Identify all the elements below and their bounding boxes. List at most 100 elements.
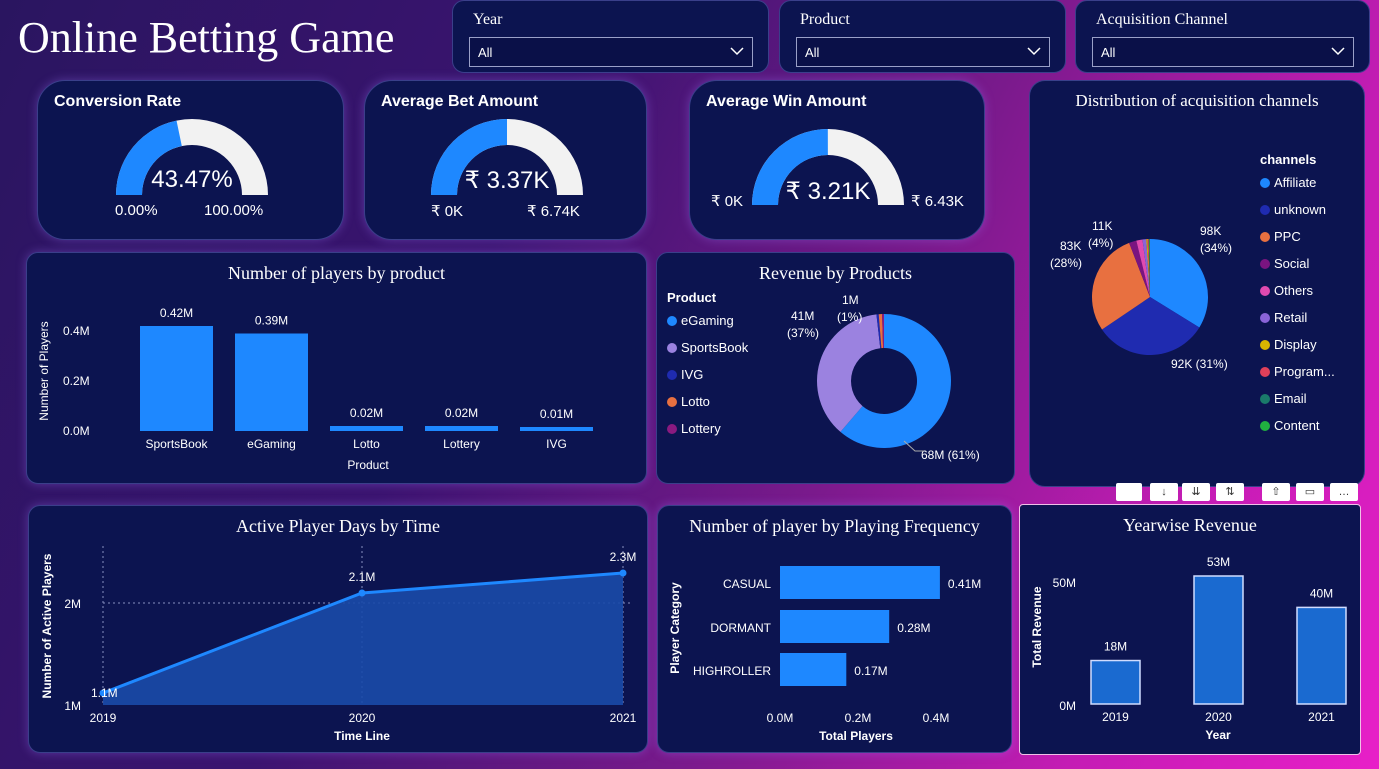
frequency-bar-chart: CASUAL 0.41M DORMANT 0.28M HIGHROLLER 0.17M 0.… bbox=[668, 566, 981, 743]
gauge-max: 100.00% bbox=[204, 202, 264, 219]
legend-swatch bbox=[1260, 366, 1270, 377]
y-axis-label: Total Revenue bbox=[1030, 586, 1044, 667]
legend-label: Lotto bbox=[681, 394, 710, 409]
data-label: 11K bbox=[1092, 219, 1112, 233]
legend-item-affiliate[interactable]: Affiliate bbox=[1260, 175, 1316, 190]
drill-down-icon[interactable]: ↓ bbox=[1150, 483, 1178, 501]
expand-hierarchy-icon[interactable]: ⇅ bbox=[1216, 483, 1244, 501]
conversion-rate-card[interactable]: Conversion Rate 43.47% 0.00% 100.00% bbox=[37, 80, 344, 240]
x-axis-label: Product bbox=[347, 458, 389, 472]
y-axis-label: Player Category bbox=[668, 582, 682, 674]
players-by-product-card[interactable]: Number of players by product Number of P… bbox=[26, 252, 647, 484]
kpi-value: ₹ 3.37K bbox=[464, 167, 550, 194]
kpi-title: Conversion Rate bbox=[54, 93, 182, 110]
avg-bet-card[interactable]: Average Bet Amount ₹ 3.37K ₹ 0K ₹ 6.74K bbox=[364, 80, 647, 240]
legend-item-program[interactable]: Program... bbox=[1260, 364, 1335, 379]
x-tick-label: 2021 bbox=[610, 711, 637, 725]
filter-icon[interactable] bbox=[1116, 483, 1142, 501]
legend-item-display[interactable]: Display bbox=[1260, 337, 1317, 352]
legend-item-email[interactable]: Email bbox=[1260, 391, 1307, 406]
data-label: 40M bbox=[1310, 586, 1333, 600]
year-slicer[interactable]: Year All bbox=[452, 0, 769, 73]
yearwise-bar-chart: 50M 0M 18M 2019 53M 2020 40M 2021 Year Total Reve… bbox=[1030, 555, 1347, 742]
more-options-icon[interactable]: … bbox=[1330, 483, 1358, 501]
playing-frequency-card[interactable]: Number of player by Playing Frequency CA… bbox=[657, 505, 1012, 753]
data-label: 0.28M bbox=[897, 621, 930, 635]
legend-item-others[interactable]: Others bbox=[1260, 283, 1313, 298]
data-label: 98K bbox=[1200, 224, 1221, 238]
year-dropdown-value: All bbox=[478, 45, 493, 60]
data-label: 18M bbox=[1104, 640, 1127, 654]
bar-2019 bbox=[1090, 659, 1141, 705]
legend-item-retail[interactable]: Retail bbox=[1260, 310, 1307, 325]
gauge-min: 0.00% bbox=[115, 202, 158, 219]
data-label: 83K bbox=[1060, 239, 1081, 253]
legend-swatch bbox=[1260, 420, 1270, 431]
yearwise-revenue-card[interactable]: Yearwise Revenue 50M 0M 18M 2019 53M 2020 40M 2… bbox=[1019, 504, 1361, 755]
legend-label: Email bbox=[1274, 391, 1307, 406]
bar-casual bbox=[780, 566, 940, 599]
x-tick-label: 0.0M bbox=[767, 711, 794, 725]
data-label: 53M bbox=[1207, 555, 1230, 569]
legend-item-content[interactable]: Content bbox=[1260, 418, 1320, 433]
legend-item-unknown[interactable]: unknown bbox=[1260, 202, 1326, 217]
acquisition-slicer-label: Acquisition Channel bbox=[1096, 11, 1228, 28]
product-slicer[interactable]: Product All bbox=[779, 0, 1066, 73]
data-label: 0.01M bbox=[540, 407, 573, 421]
pin-icon[interactable]: ⇧ bbox=[1262, 483, 1290, 501]
year-slicer-label: Year bbox=[473, 11, 503, 28]
legend-item-social[interactable]: Social bbox=[1260, 256, 1309, 271]
data-label: 1M bbox=[842, 293, 859, 307]
bar-dormant bbox=[780, 610, 890, 643]
y-tick-label: DORMANT bbox=[710, 621, 771, 635]
legend-swatch bbox=[1260, 231, 1270, 242]
year-dropdown[interactable]: All bbox=[469, 37, 753, 67]
data-label: 0.02M bbox=[350, 406, 383, 420]
data-label: 1.1M bbox=[91, 686, 118, 700]
data-label: (34%) bbox=[1200, 241, 1232, 255]
acquisition-slicer[interactable]: Acquisition Channel All bbox=[1075, 0, 1370, 73]
gauge-max: ₹ 6.43K bbox=[911, 193, 964, 210]
product-dropdown[interactable]: All bbox=[796, 37, 1050, 67]
bar-ivg bbox=[520, 427, 593, 431]
avg-win-card[interactable]: Average Win Amount ₹ 3.21K ₹ 0K ₹ 6.43K bbox=[689, 80, 985, 240]
legend-item-ppc[interactable]: PPC bbox=[1260, 229, 1301, 244]
focus-mode-icon[interactable]: ▭ bbox=[1296, 483, 1324, 501]
legend-swatch bbox=[1260, 258, 1270, 269]
x-axis-label: Time Line bbox=[334, 729, 390, 743]
acquisition-channels-card[interactable]: Distribution of acquisition channels 98K… bbox=[1029, 80, 1365, 487]
data-point bbox=[619, 569, 627, 577]
x-tick-label: Lotto bbox=[353, 437, 380, 451]
revenue-by-products-card[interactable]: Revenue by Products 68M (61%) 41M (37%) 1M(… bbox=[656, 252, 1015, 484]
legend-label: Program... bbox=[1274, 364, 1335, 379]
legend-item-sportsbook[interactable]: SportsBook bbox=[667, 340, 748, 355]
acquisition-dropdown[interactable]: All bbox=[1092, 37, 1354, 67]
bar-highroller bbox=[780, 653, 847, 686]
revenue-donut-chart: 68M (61%) 41M (37%) 1M (1%) bbox=[787, 293, 980, 462]
kpi-title: Average Bet Amount bbox=[381, 93, 539, 110]
legend-swatch bbox=[667, 423, 677, 434]
bar-lotto bbox=[330, 426, 403, 431]
legend-label: Retail bbox=[1274, 310, 1308, 325]
expand-down-icon[interactable]: ⇊ bbox=[1182, 483, 1210, 501]
legend-swatch bbox=[667, 315, 677, 326]
legend-label: Content bbox=[1274, 418, 1320, 433]
x-tick-label: 2019 bbox=[1102, 710, 1129, 724]
x-tick-label: SportsBook bbox=[145, 437, 208, 451]
data-label: 0.41M bbox=[948, 577, 981, 591]
product-dropdown-value: All bbox=[805, 45, 820, 60]
legend-swatch bbox=[1260, 177, 1270, 188]
legend-swatch bbox=[1260, 339, 1270, 350]
y-tick-label: 0.4M bbox=[63, 324, 90, 338]
legend-item-ivg[interactable]: IVG bbox=[667, 367, 703, 382]
active-players-area-chart: 1.1M 2.1M 2.3M 2M 1M 2019 2020 2021 Time Line Num… bbox=[40, 546, 637, 743]
legend-label: unknown bbox=[1274, 202, 1327, 217]
active-player-days-card[interactable]: Active Player Days by Time 1.1M 2.1M 2.3M 2… bbox=[28, 505, 648, 753]
y-tick-label: 0.2M bbox=[63, 374, 90, 388]
legend-item-lotto[interactable]: Lotto bbox=[667, 394, 710, 409]
y-tick-label: HIGHROLLER bbox=[693, 664, 771, 678]
legend-label: Others bbox=[1274, 283, 1314, 298]
legend-item-egaming[interactable]: eGaming bbox=[667, 313, 734, 328]
y-axis-label: Number of Players bbox=[37, 321, 51, 420]
legend-item-lottery[interactable]: Lottery bbox=[667, 421, 721, 436]
